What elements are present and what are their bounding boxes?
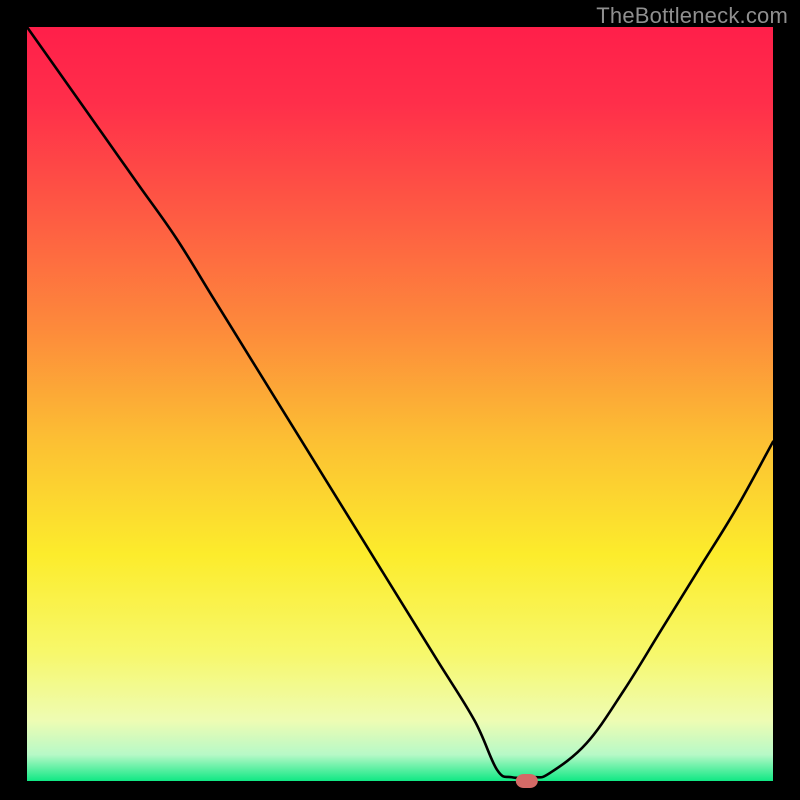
optimal-marker [516, 774, 538, 788]
plot-background [27, 27, 773, 781]
chart-svg [0, 0, 800, 800]
bottleneck-chart: TheBottleneck.com [0, 0, 800, 800]
watermark-label: TheBottleneck.com [596, 3, 788, 29]
